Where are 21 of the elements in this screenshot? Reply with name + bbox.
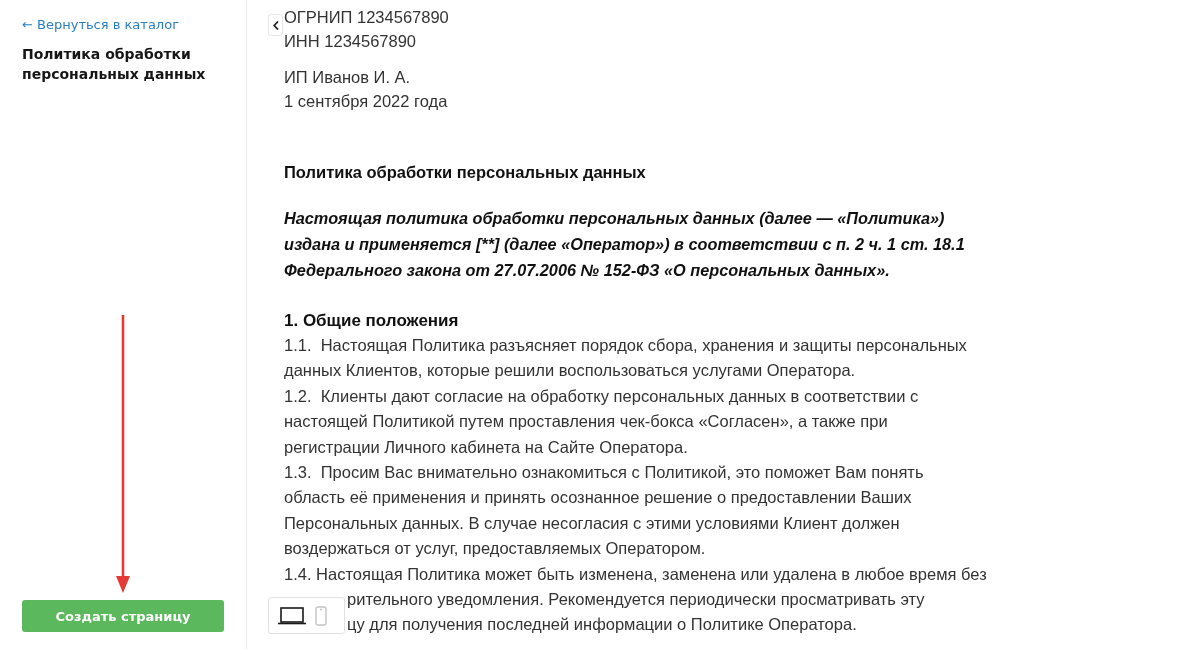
paragraph-line: 1.4. Настоящая Политика может быть изменена, заменена или удалена в любое время без bbox=[284, 563, 987, 585]
desktop-view-button[interactable] bbox=[278, 606, 306, 625]
phone-icon bbox=[315, 605, 327, 626]
back-to-catalog-link[interactable]: ← Вернуться в каталог bbox=[22, 16, 179, 34]
document-title: Политика обработки персональных данных bbox=[284, 162, 646, 183]
page-title: Политика обработки персональных данных bbox=[22, 45, 207, 84]
create-page-button[interactable]: Создать страницу bbox=[22, 600, 224, 632]
chevron-left-icon bbox=[272, 20, 279, 30]
paragraph-line: цу для получения последней информации о Политике Оператора. bbox=[347, 614, 857, 636]
requisite-line: ОГРНИП 1234567890 bbox=[284, 7, 449, 28]
preamble-paragraph: Настоящая политика обработки персональных данных (далее — «Политика») издана и применяется [**] (далее «Оператор») в соответствии с п. 2 ч. 1 ст. 18.1 Федерального закона от 27.07.2006 № 152-ФЗ «О персональных данных». bbox=[284, 208, 966, 281]
signature-line: 1 сентября 2022 года bbox=[284, 91, 448, 112]
requisite-line: ИНН 1234567890 bbox=[284, 31, 417, 52]
policy-paragraph: 1.3. Просим Вас внимательно ознакомиться с Политикой, это поможет Вам понять область её применения и принять осознанное решение о предоставлении Ваших Персональных данных. В случае несогласия с этими условиями Клиент должен воздержаться от услуг, предоставляемых Оператором. bbox=[284, 462, 925, 560]
policy-paragraph: 1.1. Настоящая Политика разъясняет порядок сбора, хранения и защиты персональных данных Клиентов, которые решили воспользоваться услугами Оператора. bbox=[284, 335, 968, 382]
section-heading: 1. Общие положения bbox=[284, 310, 459, 332]
policy-paragraph: 1.2. Клиенты дают согласие на обработку персональных данных в соответствии с настоящей Политикой путем проставления чек-бокса «Согласен», а также при регистрации Личного кабинета на Сайте Оператора. bbox=[284, 385, 920, 458]
signature-line: ИП Иванов И. А. bbox=[284, 67, 411, 88]
paragraph-line: рительного уведомления. Рекомендуется периодически просматривать эту bbox=[347, 589, 925, 611]
collapse-button[interactable] bbox=[268, 14, 283, 36]
laptop-icon bbox=[278, 606, 306, 625]
